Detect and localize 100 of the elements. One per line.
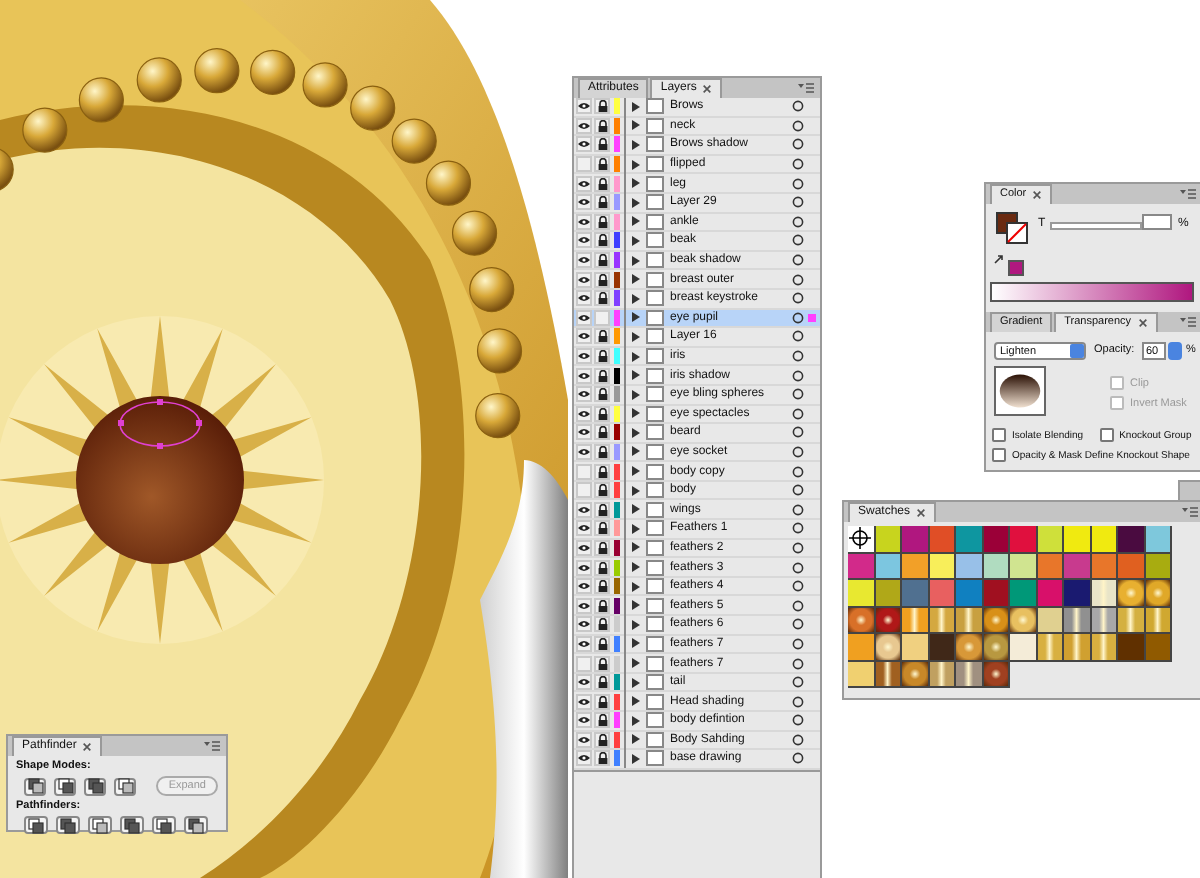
target-circle-icon[interactable] xyxy=(792,292,804,305)
color-swatch[interactable] xyxy=(848,661,875,688)
color-swatch[interactable] xyxy=(956,553,983,580)
color-swatch[interactable] xyxy=(1010,526,1037,553)
target-circle-icon[interactable] xyxy=(792,484,804,497)
color-swatch[interactable] xyxy=(1037,634,1064,661)
color-swatch[interactable] xyxy=(902,553,929,580)
color-swatch[interactable] xyxy=(1118,526,1145,553)
color-swatch[interactable] xyxy=(1037,526,1064,553)
target-circle-icon[interactable] xyxy=(792,330,804,343)
color-swatch[interactable] xyxy=(956,526,983,553)
target-circle-icon[interactable] xyxy=(792,311,804,324)
color-swatch[interactable] xyxy=(1118,634,1145,661)
color-swatch[interactable] xyxy=(1091,526,1118,553)
visibility-toggle[interactable] xyxy=(576,597,592,614)
color-swatch[interactable] xyxy=(875,580,902,607)
lock-toggle[interactable] xyxy=(594,424,610,441)
visibility-toggle[interactable] xyxy=(576,559,592,576)
close-icon[interactable] xyxy=(82,742,93,752)
color-swatch[interactable] xyxy=(1118,553,1145,580)
target-circle-icon[interactable] xyxy=(792,599,804,612)
visibility-toggle[interactable] xyxy=(576,252,592,269)
lock-toggle[interactable] xyxy=(594,501,610,518)
target-circle-icon[interactable] xyxy=(792,215,804,228)
visibility-toggle[interactable] xyxy=(576,501,592,518)
visibility-toggle[interactable] xyxy=(576,424,592,441)
visibility-toggle[interactable] xyxy=(576,271,592,288)
color-swatch[interactable] xyxy=(956,634,983,661)
color-swatch[interactable] xyxy=(848,607,875,634)
target-circle-icon[interactable] xyxy=(792,177,804,190)
lock-toggle[interactable] xyxy=(594,597,610,614)
color-swatch[interactable] xyxy=(956,661,983,688)
lock-toggle[interactable] xyxy=(594,367,610,384)
target-circle-icon[interactable] xyxy=(792,714,804,727)
checkbox[interactable] xyxy=(992,428,1006,442)
color-swatch[interactable] xyxy=(929,580,956,607)
visibility-toggle[interactable] xyxy=(576,520,592,537)
panel-menu-icon[interactable] xyxy=(1180,316,1196,328)
target-circle-icon[interactable] xyxy=(792,752,804,765)
lock-toggle[interactable] xyxy=(594,136,610,153)
color-swatch[interactable] xyxy=(983,580,1010,607)
target-circle-icon[interactable] xyxy=(792,234,804,247)
checkbox[interactable] xyxy=(1099,428,1114,442)
visibility-toggle[interactable] xyxy=(576,367,592,384)
color-swatch[interactable] xyxy=(1064,526,1091,553)
out-of-gamut-arrow-icon[interactable] xyxy=(994,254,1004,264)
lock-toggle[interactable] xyxy=(594,290,610,307)
pathfinder-button[interactable] xyxy=(56,816,80,834)
visibility-toggle[interactable] xyxy=(576,386,592,403)
lock-toggle[interactable] xyxy=(594,98,610,115)
color-swatch[interactable] xyxy=(983,526,1010,553)
lock-toggle[interactable] xyxy=(594,252,610,269)
visibility-toggle[interactable] xyxy=(576,693,592,710)
panel-menu-icon[interactable] xyxy=(798,82,814,94)
color-swatch[interactable] xyxy=(848,526,875,553)
target-circle-icon[interactable] xyxy=(792,273,804,286)
panel-menu-icon[interactable] xyxy=(1180,188,1196,200)
visibility-toggle[interactable] xyxy=(576,712,592,729)
lock-toggle[interactable] xyxy=(594,348,610,365)
target-circle-icon[interactable] xyxy=(792,618,804,631)
lock-toggle[interactable] xyxy=(594,712,610,729)
fill-stroke-icon[interactable] xyxy=(996,212,1028,244)
target-circle-icon[interactable] xyxy=(792,369,804,382)
target-circle-icon[interactable] xyxy=(792,254,804,267)
pathfinder-button[interactable] xyxy=(184,816,208,834)
color-swatch[interactable] xyxy=(1145,526,1172,553)
lock-toggle[interactable] xyxy=(594,156,610,173)
checkbox[interactable] xyxy=(992,448,1006,462)
color-swatch[interactable] xyxy=(848,580,875,607)
pathfinder-button[interactable] xyxy=(120,816,144,834)
target-circle-icon[interactable] xyxy=(792,196,804,209)
visibility-toggle[interactable] xyxy=(576,750,592,767)
target-circle-icon[interactable] xyxy=(792,445,804,458)
visibility-toggle[interactable] xyxy=(576,194,592,211)
close-icon[interactable] xyxy=(916,508,927,518)
color-swatch[interactable] xyxy=(1118,580,1145,607)
panel-menu-icon[interactable] xyxy=(204,740,220,752)
color-swatch[interactable] xyxy=(1064,553,1091,580)
target-circle-icon[interactable] xyxy=(792,695,804,708)
visibility-toggle[interactable] xyxy=(576,156,592,173)
visibility-toggle[interactable] xyxy=(576,655,592,672)
color-swatch[interactable] xyxy=(1010,553,1037,580)
target-circle-icon[interactable] xyxy=(792,388,804,401)
color-swatch[interactable] xyxy=(1064,580,1091,607)
lock-toggle[interactable] xyxy=(594,655,610,672)
visibility-toggle[interactable] xyxy=(576,290,592,307)
visibility-toggle[interactable] xyxy=(576,463,592,480)
target-circle-icon[interactable] xyxy=(792,733,804,746)
color-swatch[interactable] xyxy=(956,607,983,634)
color-chip[interactable] xyxy=(1008,260,1024,276)
lock-toggle[interactable] xyxy=(594,559,610,576)
lock-toggle[interactable] xyxy=(594,578,610,595)
color-swatch[interactable] xyxy=(1064,634,1091,661)
visibility-toggle[interactable] xyxy=(576,348,592,365)
visibility-toggle[interactable] xyxy=(576,482,592,499)
lock-toggle[interactable] xyxy=(594,616,610,633)
lock-toggle[interactable] xyxy=(594,271,610,288)
color-swatch[interactable] xyxy=(983,634,1010,661)
lock-toggle[interactable] xyxy=(594,194,610,211)
color-swatch[interactable] xyxy=(1064,607,1091,634)
